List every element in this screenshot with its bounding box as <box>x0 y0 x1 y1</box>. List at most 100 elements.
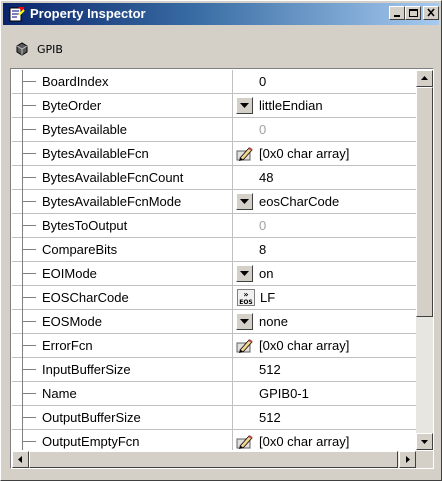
property-value: LF <box>260 290 276 305</box>
inspector-app-icon <box>9 7 25 22</box>
scroll-right-button[interactable] <box>399 451 416 468</box>
property-row[interactable]: BytesAvailableFcn [0x0 char array] <box>12 142 416 166</box>
property-row[interactable]: EOSCharCode » EOS LF <box>12 286 416 310</box>
eos-char-icon[interactable]: » EOS <box>237 289 255 306</box>
property-name-cell[interactable]: ByteOrder <box>12 94 233 118</box>
property-name: BytesAvailableFcn <box>42 146 149 161</box>
property-name-cell[interactable]: BytesAvailableFcnMode <box>12 190 233 214</box>
dropdown-arrow-icon <box>240 199 249 204</box>
property-row[interactable]: InputBufferSize 512 <box>12 358 416 382</box>
property-row[interactable]: EOSMode none <box>12 310 416 334</box>
property-value-cell[interactable]: 0 <box>233 70 416 94</box>
property-row[interactable]: OutputEmptyFcn [0x0 char array] <box>12 430 416 450</box>
property-value: [0x0 char array] <box>259 146 350 161</box>
property-row[interactable]: BoardIndex 0 <box>12 70 416 94</box>
property-name-cell[interactable]: BytesToOutput <box>12 214 233 238</box>
tree-branch <box>22 129 36 130</box>
tree-branch <box>22 345 36 346</box>
property-row[interactable]: CompareBits 8 <box>12 238 416 262</box>
close-button[interactable] <box>423 6 439 20</box>
tree-branch <box>22 417 36 418</box>
property-name-cell[interactable]: OutputBufferSize <box>12 406 233 430</box>
property-name-cell[interactable]: ErrorFcn <box>12 334 233 358</box>
gpib-object-icon <box>16 42 28 56</box>
property-value-cell[interactable]: GPIB0-1 <box>233 382 416 406</box>
tree-line <box>22 142 23 166</box>
property-value: 512 <box>259 410 281 425</box>
tree-branch <box>22 201 36 202</box>
property-row[interactable]: BytesAvailableFcnCount 48 <box>12 166 416 190</box>
property-name-cell[interactable]: Name <box>12 382 233 406</box>
vertical-scrollbar[interactable] <box>416 70 433 450</box>
tree-line <box>22 70 23 94</box>
property-value-cell[interactable]: 0 <box>233 118 416 142</box>
property-value: [0x0 char array] <box>259 434 350 449</box>
property-value-cell[interactable]: 512 <box>233 406 416 430</box>
property-name-cell[interactable]: CompareBits <box>12 238 233 262</box>
scroll-down-button[interactable] <box>416 433 433 450</box>
property-value-cell[interactable]: 0 <box>233 214 416 238</box>
value-dropdown-button[interactable] <box>236 97 253 114</box>
edit-callback-icon[interactable] <box>236 337 254 354</box>
value-dropdown-button[interactable] <box>236 313 253 330</box>
property-value-cell[interactable]: [0x0 char array] <box>233 142 416 166</box>
property-row[interactable]: EOIMode on <box>12 262 416 286</box>
edit-callback-icon[interactable] <box>236 145 254 162</box>
edit-callback-icon[interactable] <box>236 433 254 450</box>
arrow-right-icon <box>406 456 410 463</box>
scroll-up-button[interactable] <box>416 70 433 87</box>
property-value-cell[interactable]: littleEndian <box>233 94 416 118</box>
property-value-cell[interactable]: [0x0 char array] <box>233 334 416 358</box>
property-value-cell[interactable]: on <box>233 262 416 286</box>
property-name-cell[interactable]: BytesAvailableFcn <box>12 142 233 166</box>
property-name-cell[interactable]: EOSCharCode <box>12 286 233 310</box>
value-dropdown-button[interactable] <box>236 265 253 282</box>
maximize-button[interactable] <box>405 6 421 20</box>
tree-line <box>22 214 23 238</box>
property-name-cell[interactable]: OutputEmptyFcn <box>12 430 233 450</box>
tree-line <box>22 334 23 358</box>
property-name-cell[interactable]: BytesAvailable <box>12 118 233 142</box>
property-inspector-window: Property Inspector GPIB BoardIndex 0 ByteO… <box>0 0 442 481</box>
property-value-cell[interactable]: eosCharCode <box>233 190 416 214</box>
property-row[interactable]: OutputBufferSize 512 <box>12 406 416 430</box>
property-value: [0x0 char array] <box>259 338 350 353</box>
property-name: BoardIndex <box>42 74 109 89</box>
property-value-cell[interactable]: none <box>233 310 416 334</box>
property-value: GPIB0-1 <box>259 386 309 401</box>
property-value: eosCharCode <box>259 194 340 209</box>
tree-line <box>22 358 23 382</box>
horizontal-scroll-thumb[interactable] <box>29 451 398 468</box>
horizontal-scrollbar[interactable] <box>12 451 416 468</box>
property-value-cell[interactable]: » EOS LF <box>233 286 416 310</box>
property-name: OutputEmptyFcn <box>42 434 140 449</box>
property-value-cell[interactable]: 48 <box>233 166 416 190</box>
value-dropdown-button[interactable] <box>236 193 253 210</box>
tree-line <box>22 238 23 262</box>
property-row[interactable]: BytesToOutput 0 <box>12 214 416 238</box>
property-value-cell[interactable]: 8 <box>233 238 416 262</box>
object-name: GPIB <box>37 43 63 56</box>
property-row[interactable]: ErrorFcn [0x0 char array] <box>12 334 416 358</box>
property-name: EOIMode <box>42 266 97 281</box>
property-value-cell[interactable]: [0x0 char array] <box>233 430 416 450</box>
title-bar[interactable]: Property Inspector <box>3 3 439 25</box>
property-name: CompareBits <box>42 242 118 257</box>
property-name-cell[interactable]: EOIMode <box>12 262 233 286</box>
property-row[interactable]: ByteOrder littleEndian <box>12 94 416 118</box>
scroll-left-button[interactable] <box>12 451 29 468</box>
property-row[interactable]: BytesAvailable 0 <box>12 118 416 142</box>
property-name-cell[interactable]: EOSMode <box>12 310 233 334</box>
property-value-cell[interactable]: 512 <box>233 358 416 382</box>
property-row[interactable]: Name GPIB0-1 <box>12 382 416 406</box>
property-name-cell[interactable]: BytesAvailableFcnCount <box>12 166 233 190</box>
property-name-cell[interactable]: BoardIndex <box>12 70 233 94</box>
property-name-cell[interactable]: InputBufferSize <box>12 358 233 382</box>
vertical-scroll-thumb[interactable] <box>416 87 433 317</box>
property-row[interactable]: BytesAvailableFcnMode eosCharCode <box>12 190 416 214</box>
minimize-button[interactable] <box>389 6 405 20</box>
property-name: EOSCharCode <box>42 290 129 305</box>
property-rows: BoardIndex 0 ByteOrder littleEndian BytesAva… <box>12 70 416 450</box>
close-icon <box>427 8 435 17</box>
property-name: EOSMode <box>42 314 102 329</box>
